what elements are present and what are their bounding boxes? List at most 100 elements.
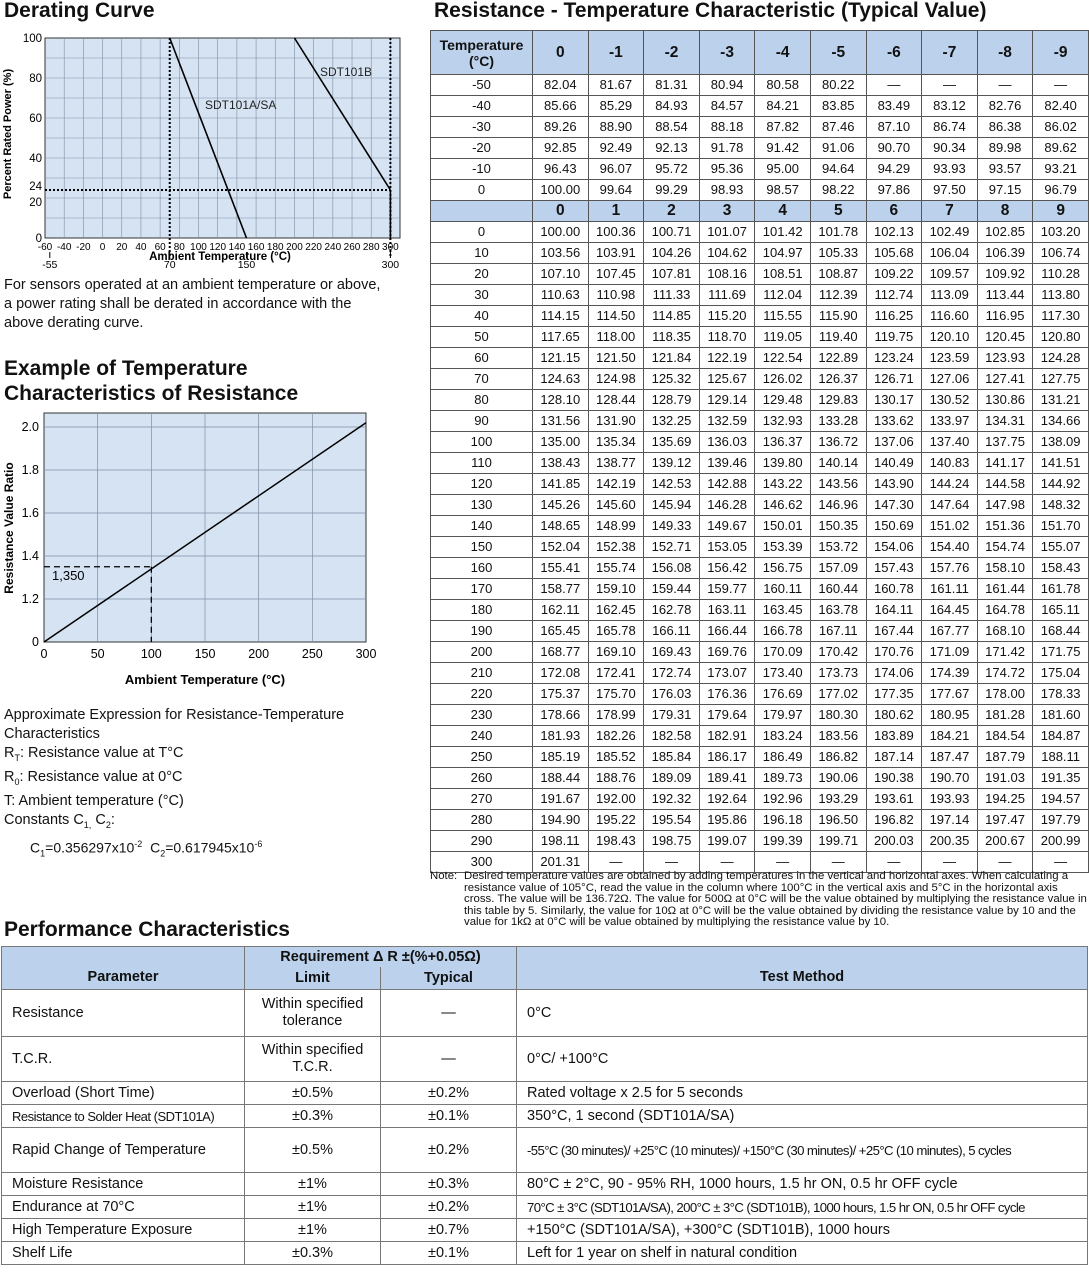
rt-cell: 166.78 <box>754 620 811 642</box>
rt-cell: 126.71 <box>865 368 923 390</box>
rt-cell: 95.72 <box>643 158 700 180</box>
rt-cell: 126.37 <box>809 368 867 390</box>
rt-cell: 118.00 <box>587 326 645 348</box>
rt-cell: 161.78 <box>1032 578 1089 600</box>
rt-cell: 165.11 <box>1032 599 1089 621</box>
rt-cell: 82.76 <box>976 95 1034 117</box>
rt-cell: 152.71 <box>643 536 700 558</box>
rt-cell: 94.29 <box>865 158 923 180</box>
rt-cell: 136.37 <box>754 431 811 453</box>
rt-cell: 167.44 <box>865 620 923 642</box>
rt-cell: 102.49 <box>921 221 978 243</box>
example-y-tick: 2.0 <box>22 420 39 434</box>
rt-cell: 101.07 <box>698 221 756 243</box>
rt-cell: 122.89 <box>809 347 867 369</box>
rt-cell: 127.06 <box>921 368 978 390</box>
rt-cell: 114.50 <box>587 305 645 327</box>
perf-typical: ±0.2% <box>380 1195 517 1219</box>
rt-cell: 157.76 <box>921 557 978 579</box>
rt-col-header: -5 <box>809 30 867 75</box>
rt-cell: 142.88 <box>698 473 756 495</box>
rt-cell: 191.35 <box>1032 767 1089 789</box>
rt-cell: 86.02 <box>1032 116 1089 138</box>
example-title-line1: Example of Temperature <box>4 357 248 380</box>
example-x-tick: 300 <box>356 647 377 661</box>
table-row: 180 162.11 162.45 162.78 163.11 163.45 163.78 1… <box>430 599 1089 621</box>
perf-test-method: 0°C <box>516 989 1088 1037</box>
table-row: 20 107.10 107.45 107.81 108.16 108.51 108.87 10… <box>430 263 1089 285</box>
rt-cell: 129.14 <box>698 389 756 411</box>
rt-cell: 200.99 <box>1032 830 1089 852</box>
rt-cell: 117.65 <box>532 326 589 348</box>
rt-cell: 104.26 <box>643 242 700 264</box>
rt-note-text: Desired temperature values are obtained … <box>464 870 1087 929</box>
rt-cell: 130.17 <box>865 389 923 411</box>
rt-cell: 196.18 <box>754 809 811 831</box>
rt-cell: 171.42 <box>976 641 1034 663</box>
rt-cell: 189.73 <box>754 767 811 789</box>
rt-cell: 159.77 <box>698 578 756 600</box>
rt-cell: 101.42 <box>754 221 811 243</box>
rt-cell: 169.10 <box>587 641 645 663</box>
rt-cell: 100.36 <box>587 221 645 243</box>
rt-cell: 140.83 <box>921 452 978 474</box>
rt-cell: 188.76 <box>587 767 645 789</box>
rt-row-header: 100 <box>430 431 533 453</box>
derating-x-sub-tick: 300 <box>382 259 400 271</box>
rt-cell: 183.56 <box>809 725 867 747</box>
rt-cell: 197.47 <box>976 809 1034 831</box>
example-chart: 2.0 1.8 1.6 1.4 1.2 0 0 50 100 150 200 250 300 1,35… <box>2 412 377 687</box>
rt-cell: 154.40 <box>921 536 978 558</box>
table-row: 220 175.37 175.70 176.03 176.36 176.69 177.02 1… <box>430 683 1089 705</box>
rt-cell: 157.43 <box>865 557 923 579</box>
rt-cell: 168.10 <box>976 620 1034 642</box>
rt-cell: 188.11 <box>1032 746 1089 768</box>
table-row: 210 172.08 172.41 172.74 173.07 173.40 173.73 1… <box>430 662 1089 684</box>
rt-cell: 109.57 <box>921 263 978 285</box>
rt-cell: 107.45 <box>587 263 645 285</box>
rt-cell: 160.78 <box>865 578 923 600</box>
rt-cell: 124.63 <box>532 368 589 390</box>
rt-cell: 162.11 <box>532 599 589 621</box>
header-parameter: Parameter <box>1 946 245 990</box>
rt-note-label: Note: <box>430 870 458 882</box>
rt-row-header: 0 <box>430 221 533 243</box>
rt-cell: 139.46 <box>698 452 756 474</box>
series-label-sdt101b: SDT101B <box>320 65 372 79</box>
rt-cell: 129.48 <box>754 389 811 411</box>
derating-y-tick: 80 <box>29 73 42 85</box>
perf-test-method: 0°C/ +100°C <box>516 1036 1088 1082</box>
rt-cell: 142.19 <box>587 473 645 495</box>
rt-row-header: 80 <box>430 389 533 411</box>
rt-cell: 114.85 <box>643 305 700 327</box>
rt-col-header: 0 <box>532 200 589 222</box>
table-row: Overload (Short Time) ±0.5% ±0.2% Rated vol… <box>1 1081 1088 1105</box>
rt-row-header: 290 <box>430 830 533 852</box>
rt-cell: 195.54 <box>643 809 700 831</box>
perf-typical: ±0.3% <box>380 1172 517 1196</box>
rt-table-title: Resistance - Temperature Characteristic … <box>434 0 987 22</box>
table-row: High Temperature Exposure ±1% ±0.7% +150°C … <box>1 1218 1088 1242</box>
table-row: 70 124.63 124.98 125.32 125.67 126.02 126.37 12… <box>430 368 1089 390</box>
rt-cell: 169.43 <box>643 641 700 663</box>
rt-cell: 181.28 <box>976 704 1034 726</box>
rt-cell: 133.28 <box>809 410 867 432</box>
rt-cell: 80.58 <box>754 74 811 96</box>
table-row: 100 135.00 135.34 135.69 136.03 136.37 136.72 1… <box>430 431 1089 453</box>
rt-row-header: 260 <box>430 767 533 789</box>
rt-cell: 124.28 <box>1032 347 1089 369</box>
rt-cell: 199.07 <box>698 830 756 852</box>
rt-cell: 197.14 <box>921 809 978 831</box>
rt-cell: 175.70 <box>587 683 645 705</box>
rt-cell: 133.97 <box>921 410 978 432</box>
rt-pos-corner <box>430 200 533 222</box>
rt-cell: 111.33 <box>643 284 700 306</box>
table-row: -20 92.85 92.49 92.13 91.78 91.42 91.06 90.70 90… <box>430 137 1089 159</box>
rt-col-header: -7 <box>921 30 978 75</box>
rt-cell: 190.38 <box>865 767 923 789</box>
rt-corner-line1: Temperature <box>439 36 524 53</box>
perf-typical: ±0.7% <box>380 1218 517 1242</box>
rt-cell: 148.99 <box>587 515 645 537</box>
rt-row-header: -10 <box>430 158 533 180</box>
rt-cell: 137.40 <box>921 431 978 453</box>
